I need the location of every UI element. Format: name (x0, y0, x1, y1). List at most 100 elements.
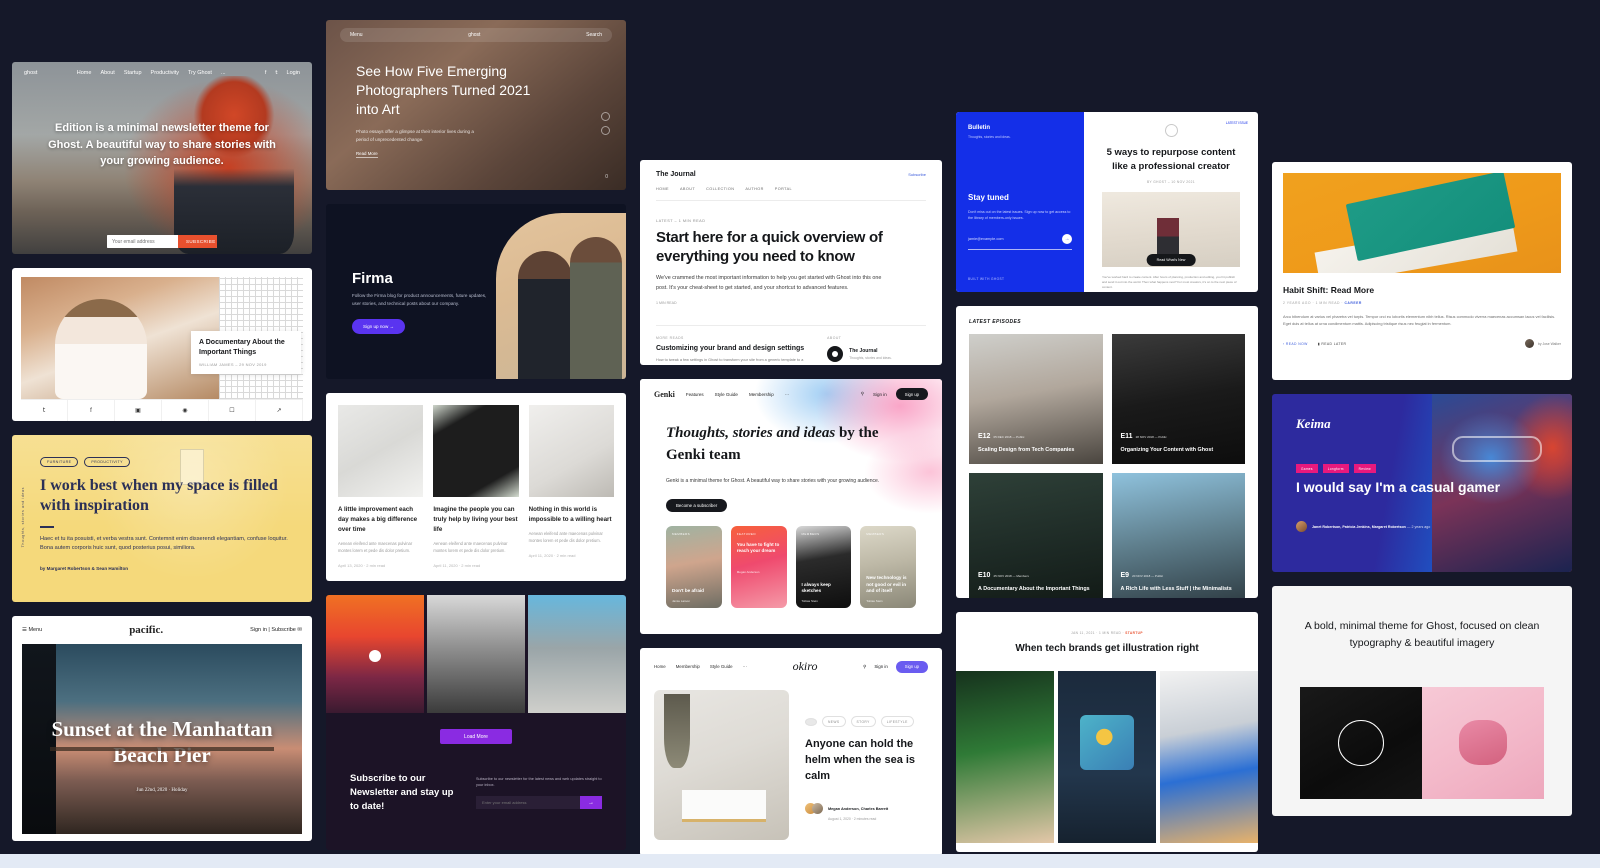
theme-card-edition[interactable]: ghost Home About Startup Productivity Tr… (12, 62, 312, 254)
nav-about[interactable]: About (100, 70, 114, 76)
dribbble-icon[interactable]: ◉ (162, 400, 209, 421)
theme-card-genki[interactable]: Genki Features Style Guide Membership ··… (640, 379, 942, 634)
tag-lifestyle[interactable]: LIFESTYLE (880, 716, 914, 727)
edition-subscribe-button[interactable]: SUBSCRIBE (178, 235, 217, 248)
theme-card-keima[interactable]: Keima Games Longform Review I would say … (1272, 394, 1572, 572)
nav-features[interactable]: Features (686, 392, 704, 397)
episode-card[interactable]: E10 25 NOV 2018 — Members A Documentary A… (969, 473, 1103, 598)
scroll-down-icon[interactable] (601, 126, 610, 135)
tag-games[interactable]: Games (1296, 464, 1318, 473)
signin-link[interactable]: Sign in (873, 392, 887, 397)
nav-startup[interactable]: Startup (124, 70, 142, 76)
newsletter-email-input[interactable] (476, 796, 580, 810)
nav-portal[interactable]: PORTAL (775, 187, 792, 191)
subscribe-link[interactable]: Subscribe (271, 627, 295, 633)
rss-icon[interactable]: ☐ (209, 400, 256, 421)
keima-brand[interactable]: Keima (1296, 416, 1331, 432)
firma-signup-button[interactable]: Sign up now → (352, 319, 406, 334)
bulletin-brand[interactable]: Bulletin (968, 125, 1072, 131)
nav-style-guide[interactable]: Style Guide (710, 664, 733, 669)
episode-card[interactable]: E11 28 NOV 2018 — Public Organizing Your … (1111, 334, 1245, 464)
genki-brand[interactable]: Genki (654, 390, 675, 399)
post-item[interactable]: Imagine the people you can truly help by… (433, 405, 519, 581)
pacific-brand[interactable]: pacific. (129, 624, 163, 636)
search-icon[interactable]: ⚲ (863, 664, 866, 670)
load-more-button[interactable]: Load More (440, 729, 512, 744)
scroll-up-icon[interactable] (601, 112, 610, 121)
photog-readmore-link[interactable]: Read More (356, 151, 378, 158)
journal-subscribe-button[interactable]: Subscribe (908, 172, 926, 177)
theme-card-bold[interactable]: A bold, minimal theme for Ghost, focused… (1272, 586, 1572, 816)
episode-card[interactable]: E9 20 NOV 2018 — Public A Rich Life with … (1111, 473, 1245, 598)
theme-card-loadmore[interactable]: Load More Subscribe to our Newsletter an… (326, 595, 626, 850)
bulletin-article[interactable]: LATEST ISSUE 5 ways to repurpose content… (1084, 112, 1258, 292)
instagram-icon[interactable]: ▣ (115, 400, 162, 421)
edition-brand[interactable]: ghost (24, 70, 37, 76)
theme-card-three-posts[interactable]: A little improvement each day makes a bi… (326, 393, 626, 581)
illustration-meta-tag[interactable]: STARTUP (1125, 631, 1143, 635)
theme-card-okiro[interactable]: Home Membership Style Guide ··· okiro ⚲ … (640, 648, 942, 856)
edition-signup-form[interactable]: SUBSCRIBE (107, 235, 217, 248)
arrow-right-icon[interactable]: → (580, 796, 602, 810)
nav-more[interactable]: ··· (743, 664, 747, 669)
nav-membership[interactable]: Membership (676, 664, 700, 669)
nav-author[interactable]: AUTHOR (745, 187, 763, 191)
nav-more[interactable]: ... (221, 70, 226, 76)
theme-card-bulletin[interactable]: Bulletin Thoughts, stories and ideas. St… (956, 112, 1258, 292)
facebook-icon[interactable]: f (68, 400, 115, 421)
nav-home[interactable]: Home (654, 664, 666, 669)
theme-card-illustration[interactable]: JAN 11, 2021 · 1 MIN READ · STARTUP When… (956, 612, 1258, 852)
genki-post-card[interactable]: FEATURED You have to fight to reach your… (730, 525, 787, 608)
tag-productivity[interactable]: PRODUCTIVITY (84, 457, 130, 467)
genki-post-card[interactable]: MEMBERS I always keep sketches Tobias St… (795, 525, 852, 608)
signin-link[interactable]: Sign in (250, 627, 267, 633)
nav-home[interactable]: Home (77, 70, 92, 76)
newsletter-form[interactable]: → (476, 796, 602, 810)
theme-card-photographers[interactable]: Menu ghost Search See How Five Emerging … (326, 20, 626, 190)
facebook-icon[interactable]: f (265, 70, 267, 76)
theme-card-inspiration[interactable]: Thoughts, stories and ideas FURNITURE PR… (12, 435, 312, 602)
read-later-button[interactable]: ▮ READ LATER (1318, 342, 1347, 346)
bulletin-signup-form[interactable]: jamie@example.com → (968, 234, 1072, 251)
search-button[interactable]: Search (586, 32, 602, 38)
journal-brand[interactable]: The Journal (656, 171, 696, 178)
theme-card-habit[interactable]: Habit Shift: Read More 2 YEARS AGO · 1 M… (1272, 162, 1572, 380)
journal-more-read[interactable]: MORE READS Customizing your brand and de… (656, 336, 809, 365)
nav-try-ghost[interactable]: Try Ghost (188, 70, 212, 76)
signup-button[interactable]: Sign up (895, 660, 928, 673)
photog-brand[interactable]: ghost (468, 32, 480, 38)
theme-card-firma[interactable]: Firma Follow the Firma blog for product … (326, 204, 626, 379)
habit-meta-tag[interactable]: CAREER (1344, 301, 1361, 305)
edition-email-input[interactable] (107, 235, 178, 248)
tag-review[interactable]: Review (1353, 464, 1376, 473)
menu-button[interactable]: Menu (350, 32, 363, 38)
genki-subscribe-button[interactable]: Become a subscriber (666, 498, 728, 512)
episode-card[interactable]: E12 05 DEC 2018 — Public Scaling Design f… (969, 334, 1103, 464)
genki-post-card[interactable]: MEMBERS New technology is not good or ev… (860, 525, 916, 608)
nav-login[interactable]: Login (287, 70, 300, 76)
tag-story[interactable]: STORY (850, 716, 876, 727)
tag-longform[interactable]: Longform (1322, 464, 1349, 473)
nav-home[interactable]: HOME (656, 187, 669, 191)
nav-productivity[interactable]: Productivity (151, 70, 179, 76)
search-icon[interactable]: ⚲ (861, 391, 864, 397)
link-icon[interactable]: ↗ (256, 400, 303, 421)
genki-post-card[interactable]: MEMBERS Don't be afraid Jamie Larson (666, 525, 722, 608)
arrow-right-icon[interactable]: → (1062, 234, 1072, 245)
post-item[interactable]: A little improvement each day makes a bi… (338, 405, 424, 581)
bulletin-email-input[interactable]: jamie@example.com (968, 237, 1004, 241)
theme-card-journal[interactable]: The Journal Subscribe HOME ABOUT COLLECT… (640, 160, 942, 365)
tag-furniture[interactable]: FURNITURE (40, 457, 79, 467)
okiro-brand[interactable]: okiro (793, 659, 818, 674)
theme-card-pacific[interactable]: ☰ Menu pacific. Sign in | Subscribe ✉ Su… (12, 616, 312, 841)
theme-card-episodes[interactable]: LATEST EPISODES E12 05 DEC 2018 — Public … (956, 306, 1258, 598)
post-item[interactable]: Nothing in this world is impossible to a… (528, 405, 614, 581)
bulletin-read-button[interactable]: Read What's New (1146, 254, 1196, 266)
signup-button[interactable]: Sign up (895, 388, 928, 400)
read-now-button[interactable]: › READ NOW (1283, 342, 1308, 346)
twitter-icon[interactable]: 𝗍 (21, 400, 68, 421)
tag-news[interactable]: NEWS (822, 716, 846, 727)
nav-membership[interactable]: Membership (749, 392, 774, 397)
signin-link[interactable]: Sign in (874, 664, 887, 669)
nav-collection[interactable]: COLLECTION (706, 187, 734, 191)
